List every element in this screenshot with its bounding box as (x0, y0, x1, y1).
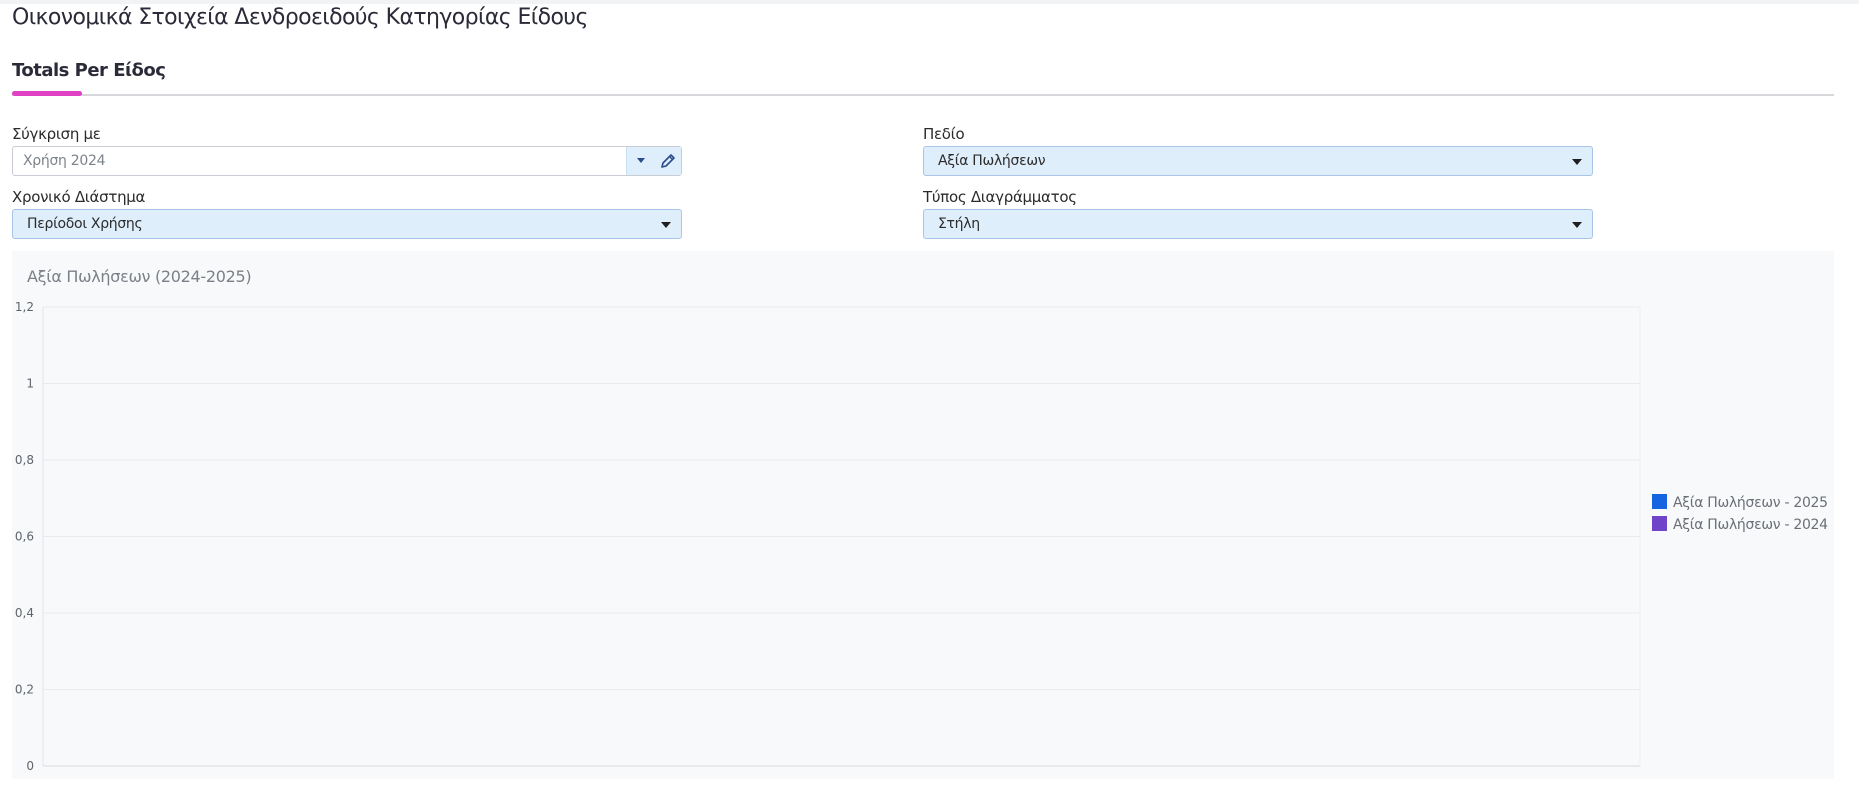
legend-item[interactable]: Αξία Πωλήσεων - 2024 (1652, 516, 1828, 538)
chart-plot: 0 0,2 0,4 0,6 0,8 1 1,2 (15, 300, 1641, 773)
y-tick-label: 0,2 (15, 683, 34, 697)
legend-label: Αξία Πωλήσεων - 2025 (1673, 495, 1828, 511)
y-tick-label: 0,8 (15, 453, 34, 467)
legend-item[interactable]: Αξία Πωλήσεων - 2025 (1652, 494, 1828, 516)
y-tick-label: 0,4 (15, 606, 34, 620)
legend-label: Αξία Πωλήσεων - 2024 (1673, 517, 1828, 533)
y-tick-label: 0 (26, 759, 34, 773)
legend-swatch-2024 (1652, 516, 1667, 531)
y-tick-label: 1 (26, 377, 34, 391)
chart-legend: Αξία Πωλήσεων - 2025 Αξία Πωλήσεων - 202… (1652, 494, 1828, 538)
y-tick-label: 1,2 (15, 300, 34, 314)
y-tick-label: 0,6 (15, 530, 34, 544)
legend-swatch-2025 (1652, 494, 1667, 509)
